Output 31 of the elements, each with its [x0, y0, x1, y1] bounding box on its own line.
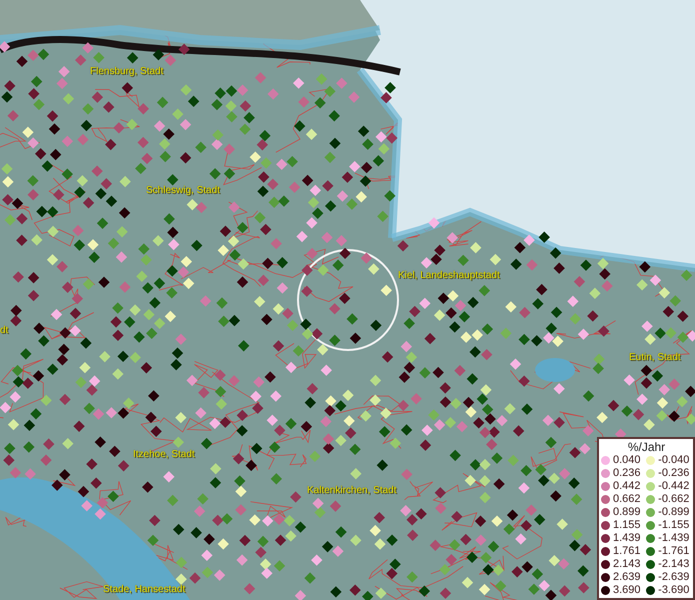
place-label: Flensburg, Stadt	[90, 66, 164, 77]
place-label: Stade, Hansestadt	[103, 584, 186, 595]
legend-value: 2.639	[613, 571, 642, 583]
legend-value: -0.899	[658, 506, 690, 518]
place-label: Kaltenkirchen, Stadt	[307, 485, 396, 496]
legend-value: -0.236	[658, 467, 690, 479]
legend-value: -1.761	[658, 545, 690, 557]
legend-value: 1.155	[613, 519, 642, 531]
place-label: dt	[0, 325, 8, 336]
legend-value: -1.439	[658, 532, 690, 544]
legend-value: 0.662	[613, 493, 642, 505]
legend-value: -3.690	[658, 584, 690, 596]
legend-value: 0.236	[613, 467, 642, 479]
place-label: Eutin, Stadt	[629, 352, 681, 363]
legend-value: 0.040	[613, 454, 642, 466]
legend-value: 0.899	[613, 506, 642, 518]
legend-value: -0.040	[658, 454, 690, 466]
legend-value: -2.639	[658, 571, 690, 583]
place-label: Kiel, Landeshauptstadt	[398, 270, 500, 281]
legend-value: 0.442	[613, 480, 642, 492]
legend-value: -2.143	[658, 558, 690, 570]
legend-value: -0.662	[658, 493, 690, 505]
place-label: Itzehoe, Stadt	[133, 449, 195, 460]
legend-value: 1.761	[613, 545, 642, 557]
legend-value: 3.690	[613, 584, 642, 596]
legend-title: %/Jahr	[626, 440, 666, 454]
legend-value: -0.442	[658, 480, 690, 492]
legend-value: 1.439	[613, 532, 642, 544]
place-label: Schleswig, Stadt	[146, 185, 220, 196]
legend-value: -1.155	[658, 519, 690, 531]
legend-value: 2.143	[613, 558, 642, 570]
